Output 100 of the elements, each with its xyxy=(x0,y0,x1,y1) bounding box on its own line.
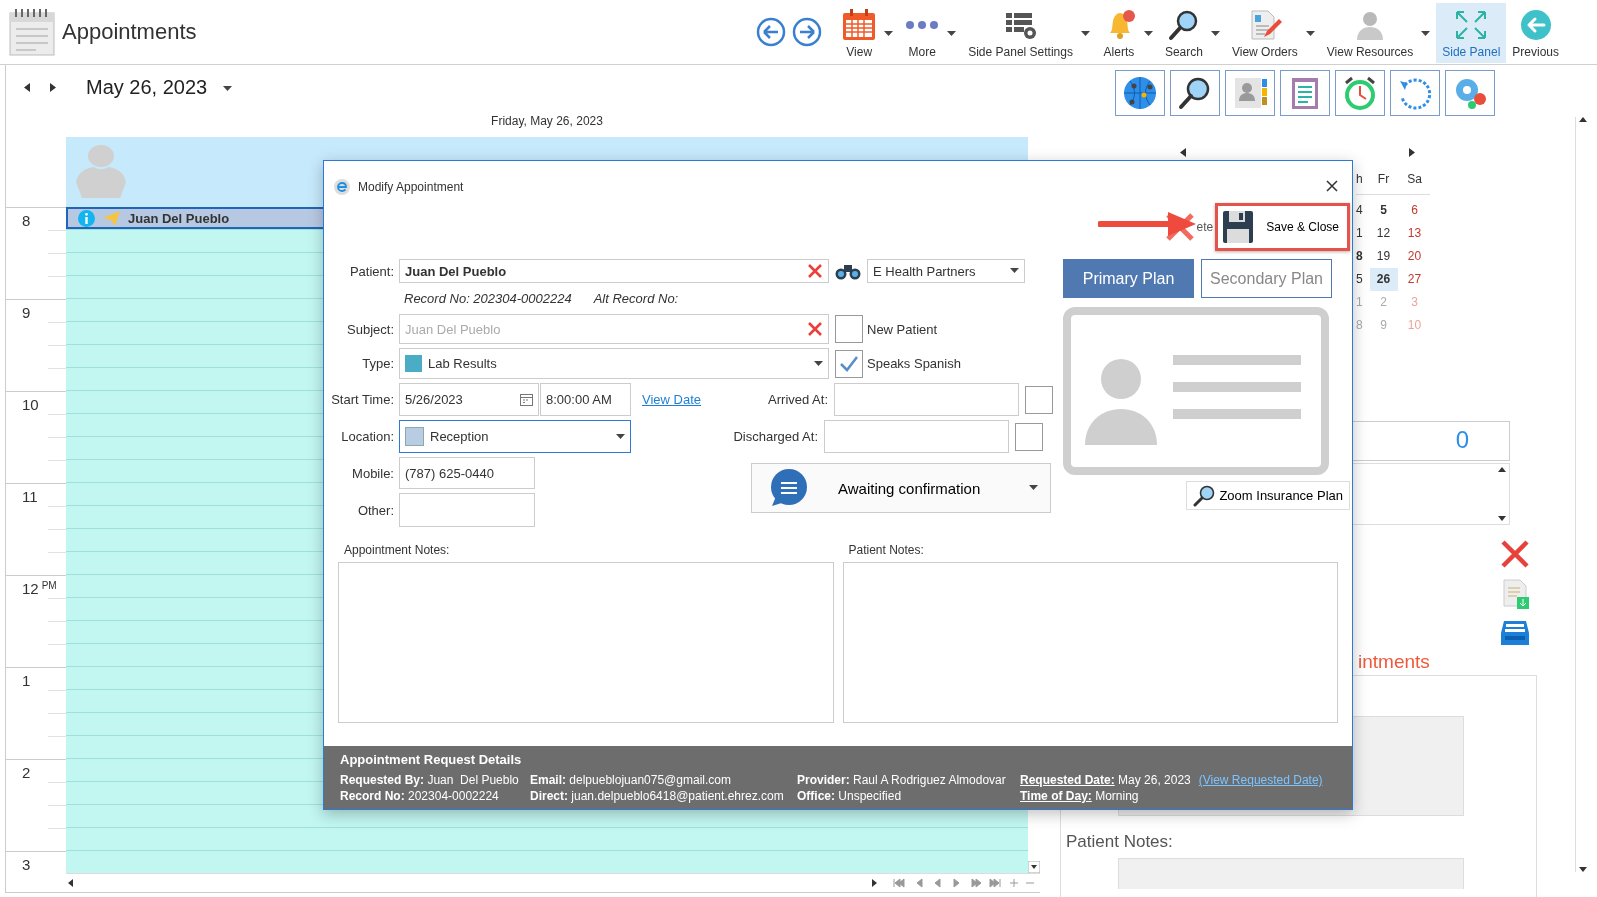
caret-icon[interactable] xyxy=(1029,485,1038,491)
location-dropdown[interactable]: Reception xyxy=(399,420,631,453)
calendar-icon[interactable] xyxy=(520,393,533,406)
toolbar-button[interactable]: View Orders xyxy=(1225,3,1304,63)
type-dropdown[interactable]: Lab Results xyxy=(399,348,829,379)
close-icon[interactable] xyxy=(1500,539,1530,569)
field-label: Location: xyxy=(340,429,394,444)
icon-button[interactable] xyxy=(1170,70,1220,116)
toolbar-button[interactable]: Search xyxy=(1158,3,1209,63)
patient-field[interactable]: Juan Del Pueblo xyxy=(399,259,829,283)
caret-icon[interactable] xyxy=(1143,31,1153,37)
binoculars-icon[interactable] xyxy=(835,262,861,280)
previous-icon[interactable] xyxy=(24,82,30,92)
time-field[interactable]: 8:00:00 AM xyxy=(540,383,631,416)
calendar-day[interactable]: 19 xyxy=(1369,245,1398,268)
scroll-down-icon[interactable] xyxy=(1498,516,1506,521)
other-field[interactable] xyxy=(399,493,535,527)
day-heading: Friday, May 26, 2023 xyxy=(491,114,603,128)
zoom-insurance-button[interactable]: Zoom Insurance Plan xyxy=(1186,481,1350,510)
appointment-notes-field[interactable] xyxy=(338,562,834,723)
toolbar-button[interactable]: Alerts xyxy=(1095,3,1142,63)
checkbox-label: New Patient xyxy=(867,321,938,337)
scroll-down-icon[interactable] xyxy=(1579,867,1587,872)
caret-icon[interactable] xyxy=(1421,31,1431,37)
scroll-up-icon[interactable] xyxy=(1579,117,1587,122)
field-label: Type: xyxy=(361,356,394,371)
field-label: Arrived At: xyxy=(767,392,828,407)
field-label: Discharged At: xyxy=(732,429,818,444)
checkbox[interactable] xyxy=(835,315,863,343)
save-close-button[interactable]: Save & Close xyxy=(1215,203,1350,251)
calendar-day[interactable]: 12 xyxy=(1369,222,1398,245)
inbox-icon[interactable] xyxy=(1500,619,1530,647)
previous-month-icon[interactable] xyxy=(1180,148,1186,157)
calendar-day[interactable]: 13 xyxy=(1400,222,1429,245)
contact-card-icon xyxy=(1232,75,1268,111)
view-date-link[interactable]: View Date xyxy=(642,392,701,407)
next-icon[interactable] xyxy=(50,82,56,92)
weekday-label: h xyxy=(1356,172,1368,195)
date-heading: May 26, 2023 xyxy=(86,75,208,99)
toolbar-button[interactable]: More xyxy=(899,3,946,63)
calendar-day[interactable]: 1 xyxy=(1356,222,1368,245)
caret-icon[interactable] xyxy=(814,360,823,367)
date-field[interactable]: 5/26/2023 xyxy=(399,383,539,416)
caret-icon[interactable] xyxy=(947,31,957,37)
notepad-icon xyxy=(8,7,56,57)
patient-notes-field[interactable] xyxy=(842,562,1338,723)
hour-label: 2 xyxy=(22,764,31,781)
caret-icon[interactable] xyxy=(223,85,233,92)
arrived-field[interactable] xyxy=(834,383,1019,416)
caret-icon[interactable] xyxy=(884,31,894,37)
toolbar-button[interactable]: View Resources xyxy=(1320,3,1420,63)
checkbox[interactable] xyxy=(835,349,863,378)
calendar-day[interactable]: 26 xyxy=(1369,268,1398,291)
calendar-day[interactable]: 8 xyxy=(1356,245,1368,268)
checkbox[interactable] xyxy=(1015,422,1043,451)
calendar-icon xyxy=(842,9,877,41)
next-month-icon[interactable] xyxy=(1409,148,1415,157)
dots-icon xyxy=(905,20,940,30)
toolbar-button[interactable]: Side Panel xyxy=(1436,3,1507,63)
app-logo-icon xyxy=(334,179,350,195)
mobile-field[interactable]: (787) 625-0440 xyxy=(399,457,535,489)
hour-label: 11 xyxy=(22,488,38,505)
scrollbar[interactable] xyxy=(1575,117,1590,872)
detail-text: Email: delpueblojuan075@gmail.com xyxy=(530,773,731,788)
checkbox[interactable] xyxy=(1025,385,1053,414)
globe-icon xyxy=(1122,75,1158,111)
checkbox-label: Speaks Spanish xyxy=(867,356,961,371)
caret-icon[interactable] xyxy=(1010,268,1019,274)
calendar-day[interactable]: 27 xyxy=(1400,268,1429,291)
calendar-day[interactable]: 6 xyxy=(1400,199,1429,222)
weekday-label: Sa xyxy=(1399,172,1430,195)
discharged-field[interactable] xyxy=(824,420,1009,453)
clear-icon[interactable] xyxy=(807,263,823,279)
plan-tab[interactable]: Primary Plan xyxy=(1063,259,1194,298)
hour-label: 1 xyxy=(22,672,31,689)
calendar-day[interactable]: 20 xyxy=(1400,245,1429,268)
detail-text: Requested By: Juan Del Pueblo xyxy=(340,773,519,788)
caret-icon[interactable] xyxy=(1080,31,1090,37)
calendar-day[interactable]: 5 xyxy=(1369,199,1398,222)
toolbar-button[interactable]: View xyxy=(836,3,883,63)
insurer-dropdown[interactable]: E Health Partners xyxy=(867,259,1025,283)
scroll-down-icon[interactable] xyxy=(1028,861,1040,873)
scroll-left-icon[interactable] xyxy=(66,878,76,888)
caret-icon[interactable] xyxy=(616,433,625,440)
toolbar-button[interactable]: Side Panel Settings xyxy=(962,3,1079,63)
field-label: Start Time: xyxy=(330,392,394,407)
caret-icon[interactable] xyxy=(1210,31,1220,37)
field-label: Patient: xyxy=(348,263,394,279)
field-label: Other: xyxy=(356,502,394,518)
scroll-up-icon[interactable] xyxy=(1498,467,1506,472)
alarm-clock-icon xyxy=(1342,75,1378,111)
plan-tab[interactable]: Secondary Plan xyxy=(1201,259,1332,298)
calendar-day[interactable]: 4 xyxy=(1356,199,1368,222)
toolbar-button[interactable]: Previous xyxy=(1506,3,1565,63)
period-label: PM xyxy=(41,580,57,593)
caret-icon[interactable] xyxy=(1305,31,1315,37)
status-dropdown[interactable]: Awaiting confirmation xyxy=(751,463,1051,513)
calendar-day[interactable]: 5 xyxy=(1356,268,1368,291)
icon-button[interactable] xyxy=(1115,70,1165,116)
clear-icon[interactable] xyxy=(807,321,823,337)
